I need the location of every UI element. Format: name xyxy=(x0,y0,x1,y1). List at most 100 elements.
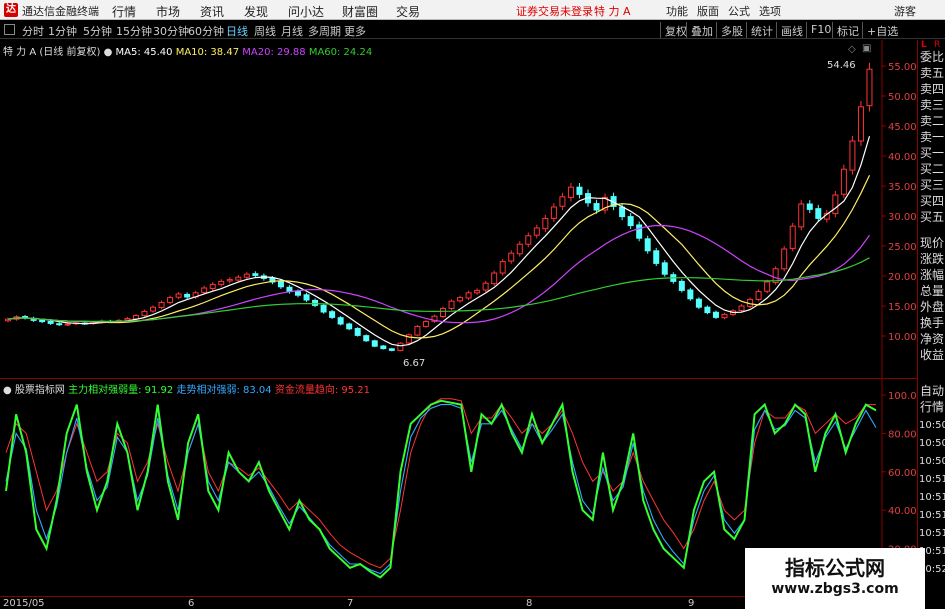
label-auto[interactable]: 自动 xyxy=(920,384,944,398)
x-label-may: 2015/05 xyxy=(3,598,45,609)
period-1min[interactable]: 1分钟 xyxy=(48,23,77,39)
candle-body xyxy=(764,281,771,292)
menu-market[interactable]: 市场 xyxy=(156,3,180,20)
candle-body xyxy=(448,300,455,309)
candle-body xyxy=(482,282,489,291)
candle-body xyxy=(457,297,464,302)
menu-news[interactable]: 资讯 xyxy=(200,3,224,20)
label-bid5: 买五 xyxy=(920,210,945,224)
candle-body xyxy=(252,273,259,276)
legend-settings-icon[interactable]: ● xyxy=(104,47,113,58)
candle-body xyxy=(363,335,370,342)
watermark-banner: 指标公式网 www.zbgs3.com xyxy=(745,548,925,609)
period-monthly[interactable]: 月线 xyxy=(281,23,303,39)
period-timeshare[interactable]: 分时 xyxy=(22,23,44,39)
sub-y-tick-label: 100.00 xyxy=(888,391,917,402)
candle-body xyxy=(840,168,847,195)
watermark-title: 指标公式网 xyxy=(785,556,885,580)
candle-body xyxy=(542,217,549,230)
candle-body xyxy=(508,252,515,262)
tick-time: 10:51 xyxy=(919,528,945,539)
multi-stock-button[interactable]: 多股 xyxy=(716,22,747,38)
menu-discover[interactable]: 发现 xyxy=(244,3,268,20)
y-tick-label: 40.00 xyxy=(888,152,917,163)
guest-label[interactable]: 游客 xyxy=(894,3,916,19)
tick-time: 10:51 xyxy=(919,510,945,521)
candle-body xyxy=(653,250,660,264)
period-60min[interactable]: 60分钟 xyxy=(188,23,224,39)
period-5min[interactable]: 5分钟 xyxy=(83,23,112,39)
menu-functions[interactable]: 功能 xyxy=(666,3,688,19)
candlestick-chart[interactable]: 55.00 50.00 45.00 40.00 35.00 30.00 25.00 20.00… xyxy=(0,40,917,378)
overlay-button[interactable]: 叠加 xyxy=(686,22,717,38)
period-daily[interactable]: 日线 xyxy=(226,23,248,39)
candle-body xyxy=(158,301,165,309)
menu-formula[interactable]: 公式 xyxy=(728,3,750,19)
add-favorite-button[interactable]: +自选 xyxy=(862,22,902,38)
candle-body xyxy=(465,292,472,299)
tick-time: 10:50 xyxy=(919,420,945,431)
statistics-button[interactable]: 统计 xyxy=(746,22,777,38)
label-outer-volume: 外盘 xyxy=(920,300,945,314)
candle-body xyxy=(150,306,156,312)
label-quotes[interactable]: 行情 xyxy=(920,400,944,414)
candle-body xyxy=(687,289,694,300)
menu-ask[interactable]: 问小达 xyxy=(288,3,324,20)
legend-ma5: MA5: 45.40 xyxy=(115,47,173,58)
label-net-assets: 净资 xyxy=(920,332,945,346)
y-tick-label: 20.00 xyxy=(888,272,917,283)
menu-options[interactable]: 选项 xyxy=(759,3,781,19)
label-ask2: 卖二 xyxy=(920,114,945,128)
period-multi[interactable]: 多周期 xyxy=(308,23,341,39)
candle-body xyxy=(533,227,540,236)
candle-body xyxy=(346,323,353,330)
y-tick-label: 45.00 xyxy=(888,122,917,133)
candle-body xyxy=(789,225,796,249)
candle-body xyxy=(474,289,481,294)
panel-tab-left[interactable]: L xyxy=(921,40,927,50)
menu-wealth-circle[interactable]: 财富圈 xyxy=(342,3,378,20)
sub-legend: ● 股票指标网 主力相对强弱量: 91.92 走势相对强弱: 83.04 资金流… xyxy=(3,381,370,396)
period-30min[interactable]: 30分钟 xyxy=(153,23,189,39)
candle-body xyxy=(422,321,429,327)
f10-button[interactable]: F10 xyxy=(806,22,835,38)
candle-body xyxy=(661,262,668,275)
candle-body xyxy=(738,305,745,311)
label-change-pct: 涨幅 xyxy=(920,268,945,282)
label-earnings: 收益 xyxy=(920,348,945,362)
diamond-icon[interactable]: ◇ xyxy=(848,44,856,55)
candle-body xyxy=(64,323,71,326)
sub-legend-s3: 资金流量趋向: 95.21 xyxy=(274,385,371,396)
legend-ma10: MA10: 38.47 xyxy=(175,47,240,58)
panel-tab-right[interactable]: R xyxy=(934,40,940,50)
scroll-button-icon[interactable]: ▣ xyxy=(862,43,871,54)
candle-body xyxy=(832,194,839,215)
candle-body xyxy=(593,203,600,211)
sub-legend-settings-icon[interactable]: ● xyxy=(3,385,12,396)
trade-login-status[interactable]: 证券交易未登录 xyxy=(516,3,593,19)
sub-y-tick-label: 40.00 xyxy=(888,506,917,517)
ma5-line xyxy=(7,136,871,347)
high-annotation: 54.46 xyxy=(827,60,856,71)
mark-button[interactable]: 标记 xyxy=(832,22,863,38)
period-weekly[interactable]: 周线 xyxy=(254,23,276,39)
app-title: 通达信金融终端 xyxy=(22,5,99,18)
candle-body xyxy=(141,310,148,317)
legend-stock-name: 特 力 A xyxy=(3,47,37,58)
sub-legend-s1: 主力相对强弱量: 91.92 xyxy=(68,385,174,396)
period-15min[interactable]: 15分钟 xyxy=(116,23,152,39)
draw-line-button[interactable]: 画线 xyxy=(776,22,807,38)
label-ask3: 卖三 xyxy=(920,98,945,112)
menu-market-quotes[interactable]: 行情 xyxy=(112,3,136,20)
candle-body xyxy=(866,68,873,107)
menu-trade[interactable]: 交易 xyxy=(396,3,420,20)
period-more[interactable]: 更多 xyxy=(344,23,366,39)
y-tick-label: 35.00 xyxy=(888,182,917,193)
candle-body xyxy=(226,279,233,282)
toolbar-grid-icon[interactable] xyxy=(4,24,15,35)
x-label-jul: 7 xyxy=(347,598,354,609)
candle-body xyxy=(124,318,131,321)
menu-layout[interactable]: 版面 xyxy=(697,3,719,19)
candle-body xyxy=(371,340,378,347)
label-ask4: 卖四 xyxy=(920,82,945,96)
